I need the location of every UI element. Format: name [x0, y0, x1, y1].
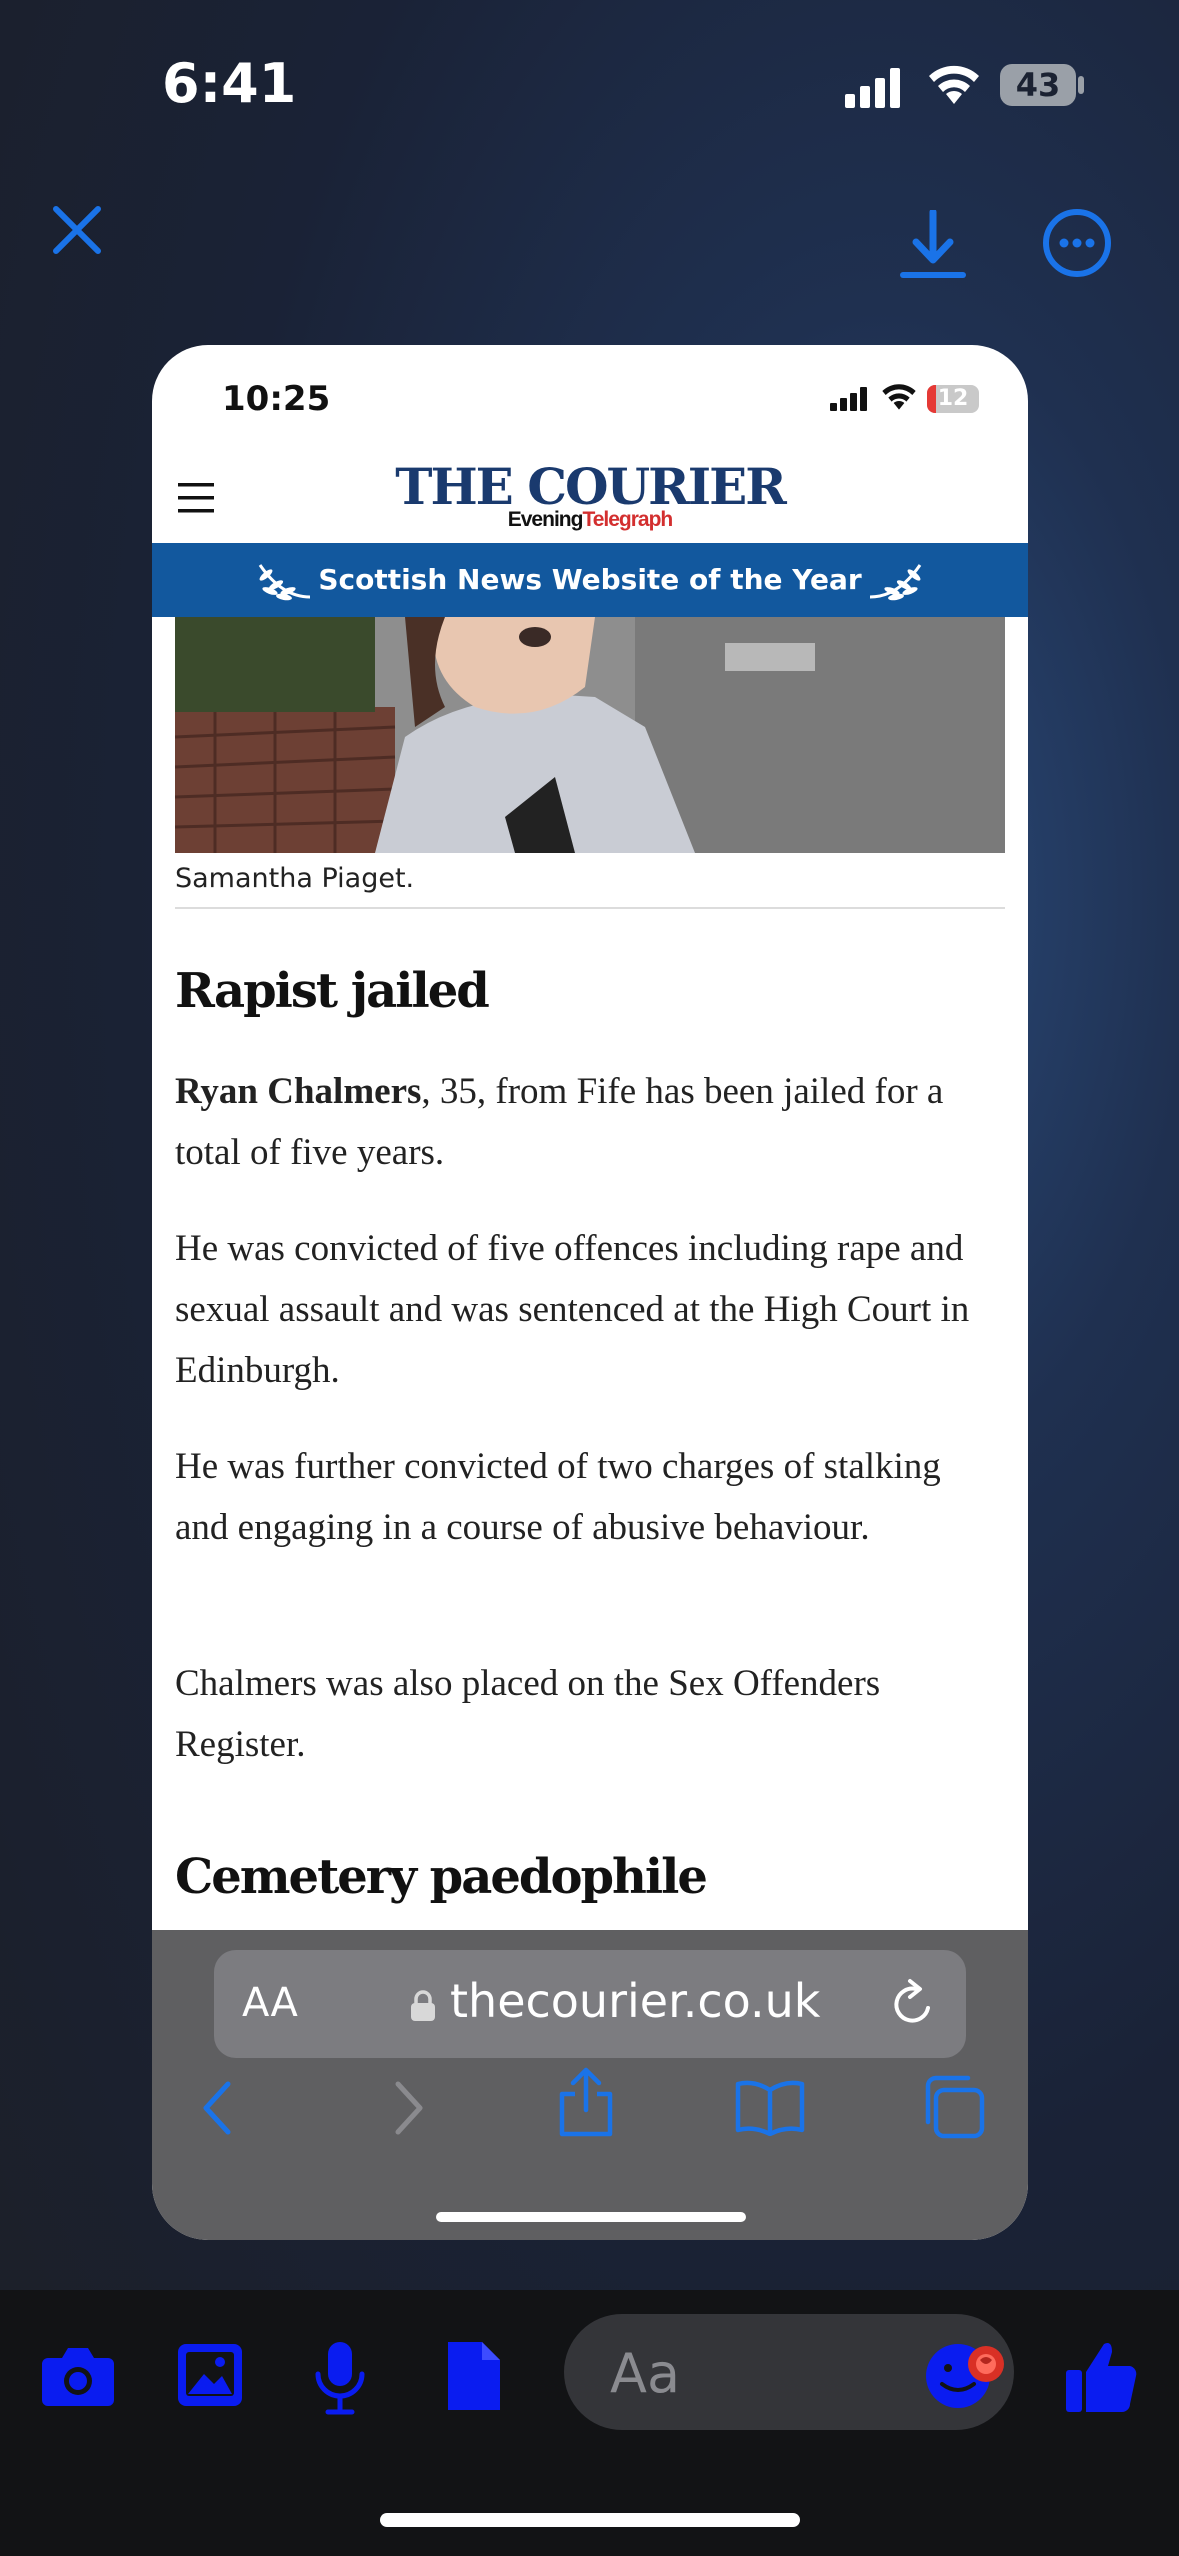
caption-divider — [175, 907, 1005, 909]
section-heading-cemetery: Cemetery paedophile — [175, 1849, 708, 1905]
photo-illustration — [175, 617, 1005, 853]
close-icon[interactable] — [52, 205, 102, 255]
article-photo — [175, 617, 1005, 853]
shared-screenshot[interactable]: 10:25 12 THE COURIER EveningTelegraph Sc… — [152, 345, 1028, 2240]
status-time: 6:41 — [162, 52, 297, 115]
logo-sub-evening: Evening — [507, 508, 584, 531]
lock-icon — [411, 1990, 435, 2021]
address-bar[interactable]: AA thecourier.co.uk — [214, 1950, 966, 2058]
more-options-icon[interactable] — [1042, 208, 1112, 278]
inner-battery-level: 12 — [937, 386, 969, 411]
inner-status-time: 10:25 — [222, 379, 331, 419]
file-icon[interactable] — [444, 2340, 502, 2412]
section-heading-rapist-jailed: Rapist jailed — [175, 963, 490, 1019]
inner-home-indicator — [436, 2212, 746, 2222]
emoji-sticker-icon[interactable] — [924, 2338, 1008, 2410]
back-icon[interactable] — [198, 2078, 238, 2138]
share-icon[interactable] — [556, 2066, 616, 2138]
reload-icon[interactable] — [888, 1978, 938, 2030]
battery-level: 43 — [1015, 66, 1061, 104]
signal-icon — [845, 68, 900, 108]
forward-icon[interactable] — [388, 2078, 428, 2138]
logo-sub-telegraph: Telegraph — [582, 508, 673, 531]
message-placeholder: Aa — [610, 2342, 681, 2405]
bookmarks-icon[interactable] — [734, 2078, 806, 2136]
home-indicator — [380, 2513, 800, 2527]
award-banner: Scottish News Website of the Year — [152, 543, 1028, 617]
article-paragraph-4: Chalmers was also placed on the Sex Offe… — [175, 1663, 881, 1765]
paragraph-1-name: Ryan Chalmers — [175, 1071, 422, 1112]
inner-wifi-icon — [882, 384, 916, 410]
article-paragraph-3: He was further convicted of two charges … — [175, 1446, 941, 1548]
battery-indicator: 43 — [1000, 64, 1076, 106]
inner-signal-icon — [830, 387, 867, 411]
wifi-icon — [929, 65, 979, 104]
photo-gallery-icon[interactable] — [176, 2342, 244, 2408]
tabs-icon[interactable] — [920, 2074, 986, 2140]
url-text: thecourier.co.uk — [450, 1974, 821, 2028]
microphone-icon[interactable] — [312, 2340, 368, 2416]
photo-caption: Samantha Piaget. — [175, 863, 415, 894]
status-icons: 43 — [840, 58, 1084, 118]
laurel-right-icon — [869, 564, 922, 601]
battery-nub — [1078, 76, 1084, 94]
browser-toolbar: AA thecourier.co.uk — [152, 1930, 1028, 2240]
site-logo-subtitle: EveningTelegraph — [152, 508, 1028, 532]
article-paragraph-1: Ryan Chalmers, 35, from Fife has been ja… — [175, 1061, 995, 1183]
camera-icon[interactable] — [40, 2344, 116, 2408]
inner-battery-indicator: 12 — [927, 385, 979, 413]
reader-aa-button[interactable]: AA — [242, 1980, 298, 2026]
message-input[interactable]: Aa — [564, 2314, 1014, 2430]
like-thumbs-up-icon[interactable] — [1064, 2338, 1140, 2414]
download-icon[interactable] — [898, 210, 968, 282]
article-paragraph-2: He was convicted of five offences includ… — [175, 1228, 970, 1391]
